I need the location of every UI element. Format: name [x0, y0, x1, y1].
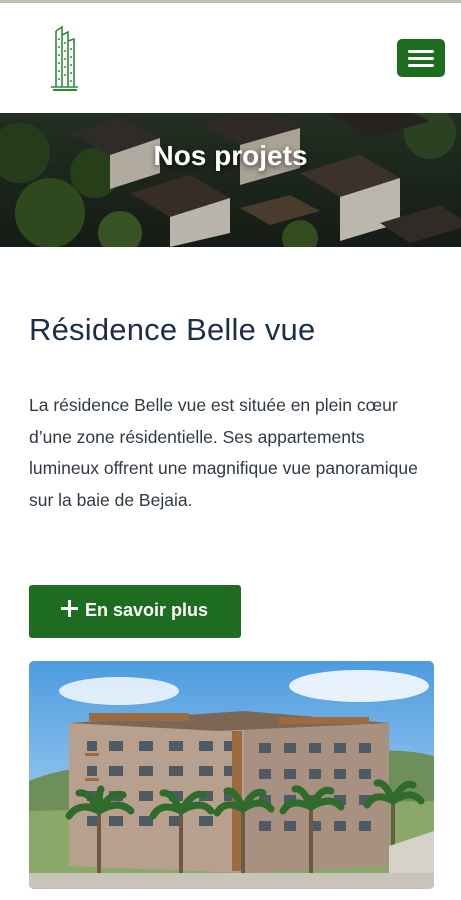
hero-background-image [0, 113, 461, 247]
building-logo-icon [51, 25, 78, 91]
menu-toggle-button[interactable] [397, 39, 445, 77]
hamburger-menu-icon [408, 50, 434, 53]
plus-icon [61, 600, 78, 617]
project-description: La résidence Belle vue est située en ple… [29, 395, 418, 510]
navbar [0, 3, 461, 113]
logo-link[interactable] [47, 25, 81, 93]
hamburger-menu-icon-line [408, 64, 434, 67]
learn-more-button[interactable]: En savoir plus [29, 585, 241, 638]
project-title: Résidence Belle vue [29, 312, 316, 347]
hero-title: Nos projets [153, 140, 308, 171]
hero-banner [0, 113, 461, 247]
learn-more-label: En savoir plus [85, 600, 209, 620]
project-image [29, 661, 434, 889]
residence-render-image [29, 661, 434, 889]
hamburger-menu-icon-line [408, 57, 434, 60]
